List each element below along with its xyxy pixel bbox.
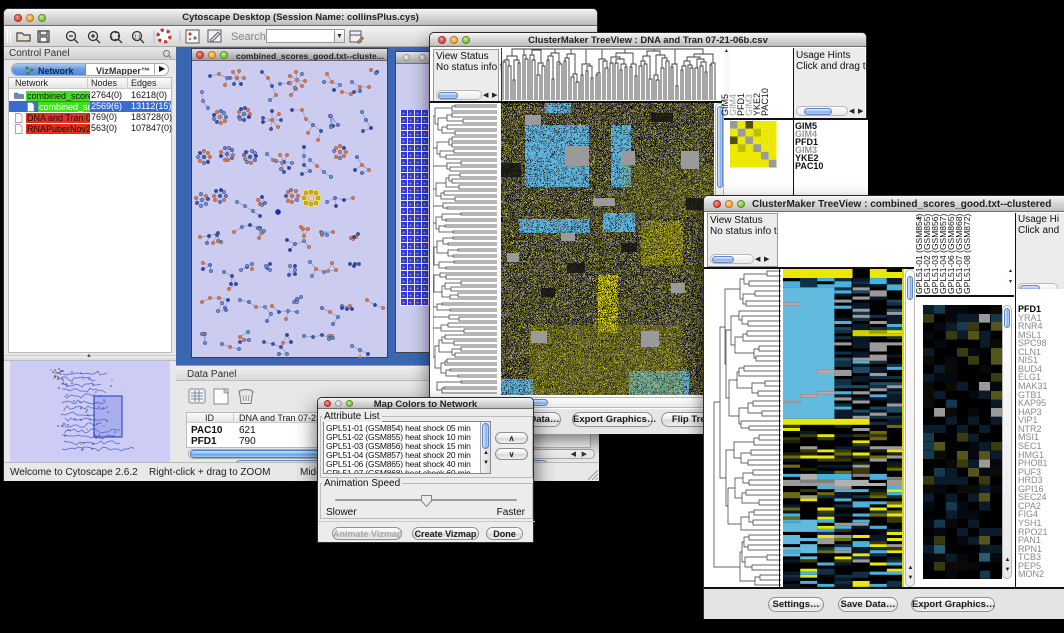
svg-text:1:1: 1:1 — [134, 35, 141, 41]
